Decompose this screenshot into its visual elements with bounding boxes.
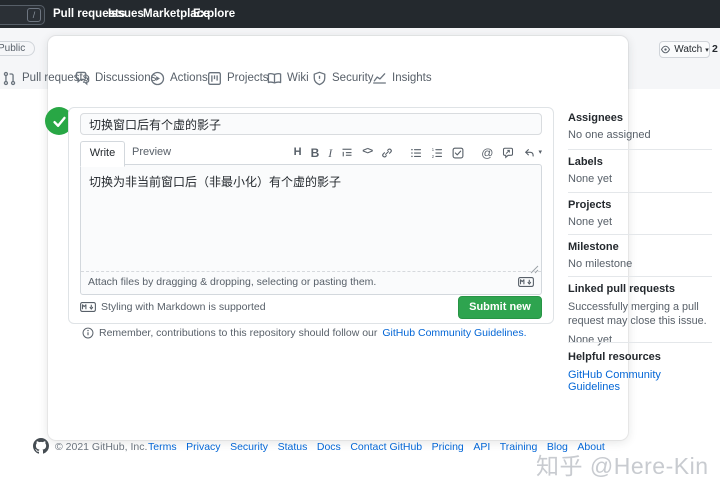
git-pull-request-icon xyxy=(2,71,17,86)
italic-icon[interactable]: I xyxy=(328,147,332,159)
unordered-list-icon[interactable] xyxy=(410,147,422,159)
resources-guidelines-link[interactable]: GitHub Community Guidelines xyxy=(568,369,712,393)
heading-icon[interactable]: H xyxy=(294,147,302,158)
editor-header: Write Preview H B I <> xyxy=(80,141,542,164)
projects-title: Projects xyxy=(568,199,612,211)
eye-icon xyxy=(660,44,671,55)
caret-down-icon: ▾ xyxy=(705,46,709,54)
sidebar-section-milestone: Milestone No milestone xyxy=(568,241,632,270)
link-icon[interactable] xyxy=(381,147,393,159)
submit-new-issue-button[interactable]: Submit new issue xyxy=(458,296,542,319)
footer-link-training[interactable]: Training xyxy=(500,441,538,453)
community-guidelines-link[interactable]: GitHub Community Guidelines. xyxy=(382,327,526,339)
milestone-title: Milestone xyxy=(568,241,632,253)
repo-visibility-badge: Public xyxy=(0,41,35,56)
assignees-value: No one assigned xyxy=(568,129,651,141)
repo-tab-security[interactable]: Security xyxy=(312,67,374,89)
editor-toolbar: H B I <> xyxy=(294,141,542,164)
tab-preview[interactable]: Preview xyxy=(132,141,171,164)
issue-form-container: Write Preview H B I <> xyxy=(68,107,554,324)
note-text: Remember, contributions to this reposito… xyxy=(99,327,377,339)
footer-link-privacy[interactable]: Privacy xyxy=(186,441,220,453)
footer-copyright: © 2021 GitHub, Inc. xyxy=(55,441,147,453)
footer-link-pricing[interactable]: Pricing xyxy=(432,441,464,453)
resources-title: Helpful resources xyxy=(568,351,712,363)
divider xyxy=(568,342,712,343)
saved-replies-icon[interactable]: ▾ xyxy=(523,147,542,159)
repo-tab-actions[interactable]: Actions xyxy=(150,67,208,89)
linked-prs-title: Linked pull requests xyxy=(568,283,712,295)
contribution-note: Remember, contributions to this reposito… xyxy=(82,327,527,339)
cross-reference-icon[interactable] xyxy=(502,147,514,159)
divider xyxy=(568,234,712,235)
labels-value: None yet xyxy=(568,173,612,185)
projects-value: None yet xyxy=(568,216,612,228)
repo-tab-insights[interactable]: Insights xyxy=(372,67,432,89)
play-circle-icon xyxy=(150,71,165,86)
ordered-list-icon[interactable]: 12 xyxy=(431,147,443,159)
watch-button[interactable]: Watch ▾ xyxy=(659,41,710,58)
footer-link-terms[interactable]: Terms xyxy=(148,441,177,453)
watch-label: Watch xyxy=(674,44,702,55)
zhihu-watermark: 知乎 @Here-Kin xyxy=(536,447,709,481)
sidebar-section-projects: Projects None yet xyxy=(568,199,612,228)
sidebar-section-resources: Helpful resources GitHub Community Guide… xyxy=(568,351,712,393)
check-icon xyxy=(51,113,68,130)
issue-form-card: Write Preview H B I <> xyxy=(48,36,628,440)
footer-link-api[interactable]: API xyxy=(473,441,490,453)
comment-editor: Write Preview H B I <> xyxy=(80,141,542,294)
task-list-icon[interactable] xyxy=(452,147,464,159)
milestone-value: No milestone xyxy=(568,258,632,270)
code-icon[interactable]: <> xyxy=(362,148,372,158)
tab-write[interactable]: Write xyxy=(80,141,125,167)
footer-link-docs[interactable]: Docs xyxy=(317,441,341,453)
repo-tab-projects[interactable]: Projects xyxy=(207,67,269,89)
caret-down-icon: ▾ xyxy=(538,149,542,156)
divider xyxy=(568,149,712,150)
issue-body-textarea[interactable]: 切换为非当前窗口后（非最小化）有个虚的影子 xyxy=(81,165,541,271)
comment-discussion-icon xyxy=(75,71,90,86)
footer-link-security[interactable]: Security xyxy=(230,441,268,453)
labels-title: Labels xyxy=(568,156,612,168)
linked-prs-desc: Successfully merging a pull request may … xyxy=(568,300,712,329)
issue-title-input[interactable] xyxy=(80,113,542,135)
header-nav-explore[interactable]: Explore xyxy=(193,8,235,20)
github-logo-icon[interactable] xyxy=(33,438,49,454)
bold-icon[interactable]: B xyxy=(311,147,320,159)
sidebar-section-linked-prs: Linked pull requests Successfully mergin… xyxy=(568,283,712,346)
sidebar-section-labels: Labels None yet xyxy=(568,156,612,185)
divider xyxy=(568,276,712,277)
quote-icon[interactable] xyxy=(341,147,353,159)
mention-icon[interactable]: @ xyxy=(481,147,493,159)
info-icon xyxy=(82,327,94,339)
header-nav-issues[interactable]: Issues xyxy=(108,8,144,20)
divider xyxy=(568,192,712,193)
graph-icon xyxy=(372,71,387,86)
svg-text:2: 2 xyxy=(432,153,435,158)
repo-tab-wiki[interactable]: Wiki xyxy=(267,67,309,89)
attach-hint: Attach files by dragging & dropping, sel… xyxy=(88,276,376,288)
search-shortcut-hint: / xyxy=(27,8,41,22)
linked-prs-value: None yet xyxy=(568,334,712,346)
shield-icon xyxy=(312,71,327,86)
assignees-title: Assignees xyxy=(568,112,651,124)
comment-box: 切换为非当前窗口后（非最小化）有个虚的影子 Attach files by dr… xyxy=(80,164,542,295)
markdown-icon xyxy=(518,277,534,287)
footer-link-status[interactable]: Status xyxy=(278,441,308,453)
global-search-input[interactable]: / xyxy=(0,5,45,25)
markdown-supported-link[interactable]: Styling with Markdown is supported xyxy=(80,301,266,313)
repo-tab-discussions[interactable]: Discussions xyxy=(75,67,156,89)
markdown-submit-row: Styling with Markdown is supported Submi… xyxy=(80,296,542,318)
footer-link-contact[interactable]: Contact GitHub xyxy=(350,441,422,453)
svg-text:1: 1 xyxy=(432,147,435,152)
markdown-hint-label: Styling with Markdown is supported xyxy=(101,301,266,313)
book-icon xyxy=(267,71,282,86)
project-board-icon xyxy=(207,71,222,86)
global-header: / Pull requests Issues Marketplace Explo… xyxy=(0,0,720,28)
sidebar-section-assignees: Assignees No one assigned xyxy=(568,112,651,141)
markdown-icon xyxy=(80,302,96,312)
attach-files-area[interactable]: Attach files by dragging & dropping, sel… xyxy=(81,271,541,292)
watch-count[interactable]: 2 xyxy=(712,43,720,55)
